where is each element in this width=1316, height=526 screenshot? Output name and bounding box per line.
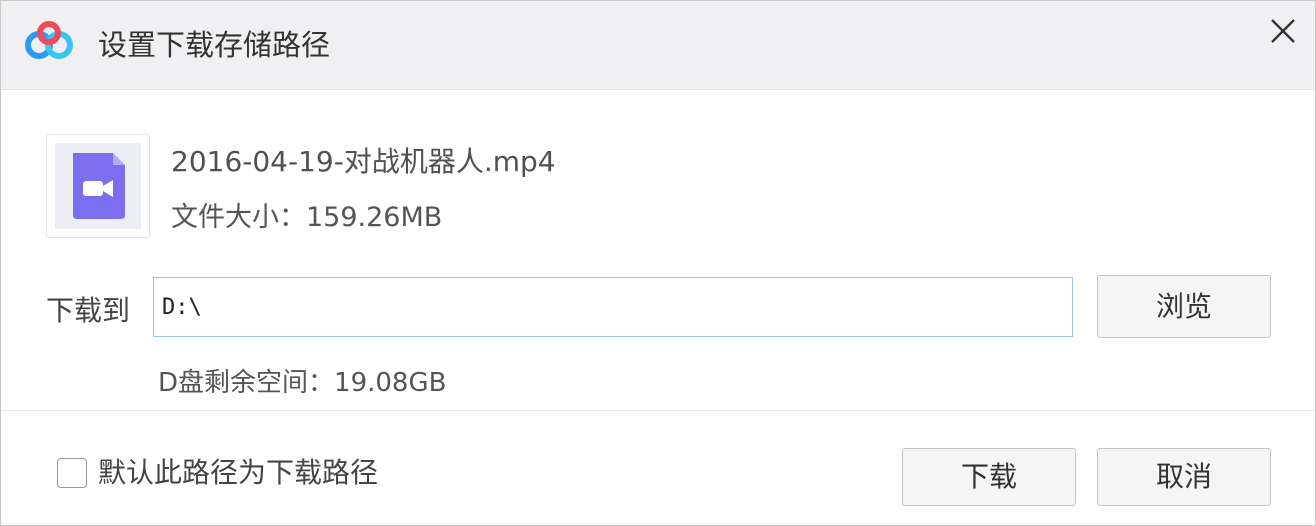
file-thumbnail [46,134,150,238]
dialog-title: 设置下载存储路径 [98,28,331,62]
footer-divider [1,410,1315,411]
default-path-checkbox[interactable] [57,458,87,488]
free-space-text: D盘剩余空间：19.08GB [158,368,447,398]
video-file-icon [73,153,125,219]
default-path-checkbox-label[interactable]: 默认此路径为下载路径 [98,455,378,491]
download-to-label: 下载到 [46,294,131,327]
title-bar: 设置下载存储路径 [1,1,1315,90]
browse-button[interactable]: 浏览 [1097,275,1271,338]
close-button[interactable] [1263,11,1303,51]
close-icon [1271,19,1295,43]
file-size: 文件大小：159.26MB [171,202,443,233]
download-button[interactable]: 下载 [902,448,1076,506]
cloud-logo-icon [23,21,75,63]
download-path-dialog: 设置下载存储路径 2016-04-19-对战机器人.mp4 文件大小：159.2… [0,0,1316,526]
download-path-input[interactable] [153,277,1073,337]
cancel-button[interactable]: 取消 [1097,448,1271,506]
file-name: 2016-04-19-对战机器人.mp4 [171,145,556,178]
